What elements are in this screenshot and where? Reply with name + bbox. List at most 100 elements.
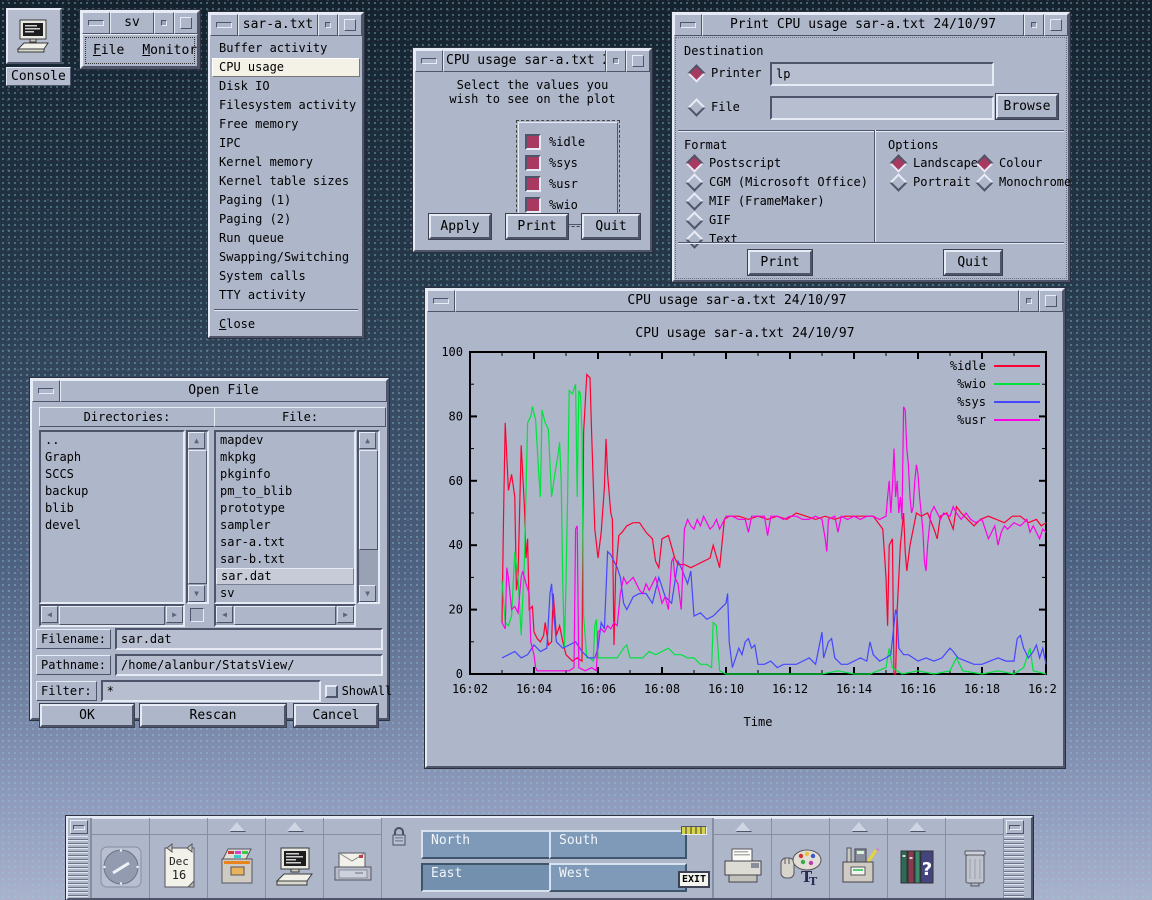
maximize-button[interactable] [626,50,650,72]
checkbox-idle[interactable] [525,134,541,150]
subpanel-arrow-icon[interactable] [735,822,751,831]
scroll-up-icon[interactable]: ▲ [359,432,376,449]
maximize-button[interactable] [338,14,362,36]
maximize-button[interactable] [1039,290,1063,312]
window-menu-button[interactable] [82,12,110,34]
scroll-up-icon[interactable]: ▲ [188,432,205,449]
menu-item-system-calls[interactable]: System calls [212,267,360,286]
quit-button[interactable]: Quit [582,214,640,239]
subpanel-arrow-icon[interactable] [909,822,925,831]
scroll-down-icon[interactable]: ▼ [359,585,376,602]
subpanel-arrow-icon[interactable] [851,822,867,831]
print-button[interactable]: Print [506,214,568,239]
console-icon[interactable] [6,8,62,64]
menu-item-free-memory[interactable]: Free memory [212,115,360,134]
maximize-button[interactable] [174,12,198,34]
menu-item-cpu-usage[interactable]: CPU usage [212,58,360,77]
file-item-prototype[interactable]: prototype [216,500,354,517]
resize-gadget[interactable] [190,608,204,622]
scroll-right-icon[interactable]: ▶ [166,606,183,623]
filter-field[interactable] [101,680,321,702]
ok-button[interactable]: OK [40,704,134,727]
scroll-right-icon[interactable]: ▶ [337,606,354,623]
minimize-button[interactable] [318,14,338,36]
clock-launcher[interactable] [98,835,144,898]
minimize-button[interactable] [1024,14,1044,36]
menu-item-run-queue[interactable]: Run queue [212,229,360,248]
minimize-button[interactable] [1019,290,1039,312]
color-radio-monochrome[interactable] [975,173,993,191]
menu-item-paging-2[interactable]: Paging (2) [212,210,360,229]
color-radio-colour[interactable] [975,154,993,172]
directory-item-backup[interactable]: backup [41,483,183,500]
print-dialog-titlebar[interactable]: Print CPU usage sar-a.txt 24/10/97 [674,14,1068,36]
orientation-radio-landscape[interactable] [889,154,907,172]
file-item-sar-b-txt[interactable]: sar-b.txt [216,551,354,568]
printer-radio[interactable] [687,64,705,82]
directories-scrollbar[interactable]: ▲ ▼ [186,430,209,604]
menu-item-swapping-switching[interactable]: Swapping/Switching [212,248,360,267]
file-item-sar-dat[interactable]: sar.dat [216,568,354,585]
directory-item-graph[interactable]: Graph [41,449,183,466]
console-desktop-icon[interactable]: Console [6,8,71,86]
scroll-left-icon[interactable]: ◀ [216,606,233,623]
panel-menu-button[interactable] [70,820,88,834]
calendar-launcher[interactable]: Dec 16 [158,835,200,898]
checkbox-wio[interactable] [525,197,541,213]
directory-item-[interactable]: .. [41,432,183,449]
menu-item-ipc[interactable]: IPC [212,134,360,153]
radio-row-postscript[interactable]: Postscript [688,156,868,170]
directory-item-devel[interactable]: devel [41,517,183,534]
menu-file[interactable]: File [93,43,124,58]
file-radio[interactable] [687,98,705,116]
minimize-button[interactable] [154,12,174,34]
file-item-mapdev[interactable]: mapdev [216,432,354,449]
scrollbar-thumb[interactable] [59,606,165,625]
checkbox-row-usr[interactable]: %usr [525,176,611,192]
panel-left-handle[interactable] [68,818,91,898]
radio-row-colour[interactable]: Colour [978,156,1071,170]
menu-item-kernel-table-sizes[interactable]: Kernel table sizes [212,172,360,191]
style-manager-launcher[interactable]: T T [776,835,826,898]
radio-row-mif-framemaker[interactable]: MIF (FrameMaker) [688,194,868,208]
directory-item-sccs[interactable]: SCCS [41,466,183,483]
scrollbar-thumb[interactable] [234,606,336,625]
monitor-menu-titlebar[interactable]: sar-a.txt [210,14,362,36]
radio-row-portrait[interactable]: Portrait [892,175,978,189]
window-menu-button[interactable] [210,14,238,36]
terminal-launcher[interactable] [271,835,319,898]
workspace-button-west[interactable]: West [549,863,687,892]
trash-launcher[interactable] [953,835,997,898]
chart-window-titlebar[interactable]: CPU usage sar-a.txt 24/10/97 [427,290,1063,312]
application-manager-launcher[interactable] [835,835,883,898]
menu-item-tty-activity[interactable]: TTY activity [212,286,360,305]
workspace-button-north[interactable]: North [421,830,559,859]
file-radio-row[interactable]: File [690,100,740,114]
menu-item-paging-1[interactable]: Paging (1) [212,191,360,210]
scrollbar-track[interactable] [359,449,378,585]
print-dialog-print-button[interactable]: Print [748,250,812,275]
workspace-button-south[interactable]: South [549,830,687,859]
minimize-button[interactable] [606,50,626,72]
printer-name-field[interactable] [770,62,994,86]
lock-icon[interactable] [390,826,408,848]
file-item-sar-a-txt[interactable]: sar-a.txt [216,534,354,551]
scrollbar-thumb[interactable] [359,450,378,550]
open-file-titlebar[interactable]: Open File [32,380,387,402]
files-hscrollbar[interactable]: ◀ ▶ [214,604,356,627]
file-item-pkginfo[interactable]: pkginfo [216,466,354,483]
workspace-button-east[interactable]: East [421,863,559,892]
format-radio-postscript[interactable] [685,154,703,172]
orientation-radio-portrait[interactable] [889,173,907,191]
checkbox-row-idle[interactable]: %idle [525,134,611,150]
directories-list[interactable]: ..GraphSCCSbackupblibdevel [39,430,185,604]
window-menu-button[interactable] [415,50,443,72]
apply-button[interactable]: Apply [429,214,491,239]
printer-launcher[interactable] [719,835,767,898]
panel-menu-button[interactable] [1006,820,1024,834]
file-item-sampler[interactable]: sampler [216,517,354,534]
files-list[interactable]: mapdevmkpkgpkginfopm_to_blibprototypesam… [214,430,356,604]
directories-hscrollbar[interactable]: ◀ ▶ [39,604,185,627]
rescan-button[interactable]: Rescan [140,704,286,727]
exit-button[interactable]: EXIT [678,871,710,888]
